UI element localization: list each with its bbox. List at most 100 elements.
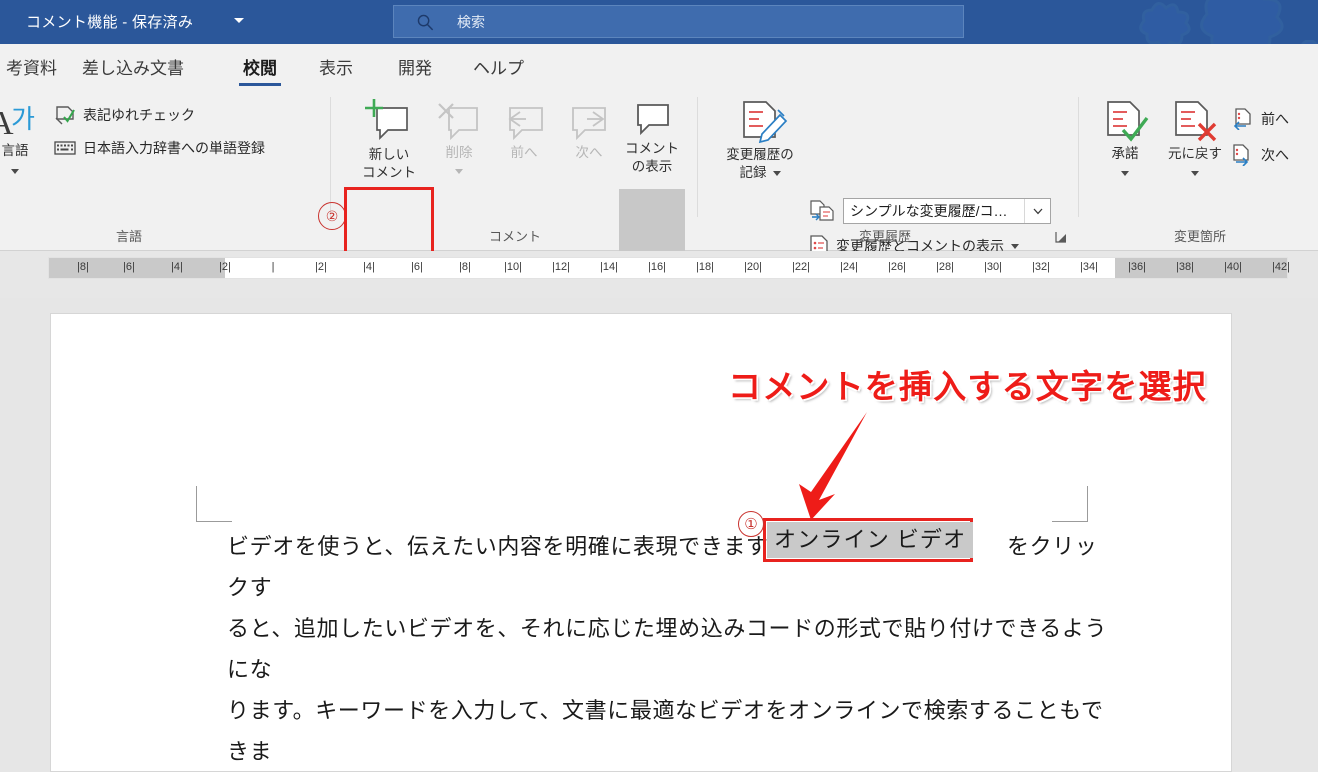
markup-display-chevron-down-icon[interactable] (1024, 199, 1050, 223)
search-box[interactable]: 検索 (393, 5, 964, 38)
track-changes-chevron-down-icon[interactable] (772, 170, 781, 176)
title-dropdown-caret-icon[interactable] (234, 18, 244, 23)
group-separator-2 (697, 97, 698, 217)
next-comment-label: 次へ (575, 145, 603, 160)
margin-mark-top-left (196, 486, 232, 522)
document-body-text[interactable]: ビデオを使うと、伝えたい内容を明確に表現できます。 をクリックす ると、追加した… (227, 526, 1117, 772)
ruler-tick: |38| (1176, 261, 1194, 273)
ruler-tick: |10| (504, 261, 522, 273)
ime-dictionary-label: 日本語入力辞書への単語登録 (83, 140, 265, 156)
selected-text-run[interactable]: オンライン ビデオ (767, 522, 974, 558)
ruler-tick: |40| (1224, 261, 1242, 273)
tab-developer[interactable]: 開発 (388, 44, 442, 89)
ruler-tick: |20| (744, 261, 762, 273)
svg-text:가: 가 (11, 104, 35, 134)
spelling-variation-label: 表記ゆれチェック (83, 107, 195, 123)
ruler-tick: |6| (411, 261, 423, 273)
reject-change-icon (1175, 101, 1217, 142)
next-change-icon (1233, 144, 1249, 166)
delete-comment-icon (438, 103, 478, 141)
margin-mark-top-right (1052, 486, 1088, 522)
track-changes-label-2: 記録 (739, 165, 767, 180)
document-title: コメント機能 - 保存済み (26, 14, 194, 31)
reject-button[interactable]: 元に戻す (1158, 99, 1232, 176)
ribbon-tab-strip: 考資料 差し込み文書 校閲 表示 開発 ヘルプ (0, 44, 1318, 89)
ruler-tick: | (271, 261, 275, 273)
previous-comment-label: 前へ (510, 145, 538, 160)
body-line-1: ビデオを使うと、伝えたい内容を明確に表現できます。 をクリックす (227, 526, 1117, 608)
language-button[interactable]: A 가 言語 (0, 100, 52, 174)
accept-change-icon (1107, 101, 1149, 142)
title-bar: コメント機能 - 保存済み 検索 (0, 0, 1318, 44)
show-comments-label-1: コメント (625, 141, 679, 156)
previous-change-item[interactable]: 前へ (1232, 108, 1289, 130)
ruler-tick: |18| (696, 261, 714, 273)
group-separator-3 (1078, 97, 1079, 217)
delete-chevron-down-icon[interactable] (455, 169, 463, 174)
track-changes-button[interactable]: 変更履歴の 記録 (714, 98, 806, 182)
show-comments-icon (637, 104, 669, 136)
new-comment-button[interactable]: 新しい コメント (352, 98, 426, 182)
ruler-tick: |2| (315, 261, 327, 273)
tab-view[interactable]: 表示 (309, 44, 363, 89)
accept-button[interactable]: 承諾 (1088, 99, 1162, 176)
ruler-tick: |30| (984, 261, 1002, 273)
markup-display-dropdown[interactable]: シンプルな変更履歴/コ… (843, 198, 1051, 224)
tracking-dialog-launcher-icon[interactable] (1055, 231, 1068, 244)
ruler-tick: |22| (792, 261, 810, 273)
word-application-window: コメント機能 - 保存済み 検索 考資料 差し込み文書 校閲 表示 開発 ヘルプ… (0, 0, 1318, 772)
ruler-tick: |42| (1272, 261, 1290, 273)
ribbon: A 가 言語 表記ゆれチェック 日本語入力辞書への単語登録 言語 ② 新しい コ… (0, 89, 1318, 331)
ruler-tick: |24| (840, 261, 858, 273)
next-change-label: 次へ (1261, 147, 1289, 163)
horizontal-ruler[interactable]: |8| |6| |4| |2| | |2| |4| |6| |8| |10| |12| |14| |16… (48, 257, 1290, 279)
tab-review[interactable]: 校閲 (233, 44, 287, 89)
markup-display-value: シンプルな変更履歴/コ… (850, 203, 1008, 219)
previous-change-icon (1233, 108, 1251, 130)
tab-mailings[interactable]: 差し込み文書 (72, 44, 194, 89)
ruler-tick: |6| (123, 261, 135, 273)
ruler-tick: |32| (1032, 261, 1050, 273)
show-comments-label-2: の表示 (631, 159, 673, 174)
track-changes-label-1: 変更履歴の (726, 147, 794, 162)
ruler-tick: |16| (648, 261, 666, 273)
accept-chevron-down-icon[interactable] (1121, 171, 1129, 176)
show-comments-button[interactable]: コメント の表示 (615, 100, 689, 176)
ruler-tick: |36| (1128, 261, 1146, 273)
tab-references[interactable]: 考資料 (0, 44, 67, 89)
decorative-star-large-icon (1200, 0, 1284, 44)
language-chevron-down-icon[interactable] (11, 169, 19, 174)
annotation-arrow-icon (799, 412, 867, 520)
ruler-tick: |34| (1080, 261, 1098, 273)
accept-label: 承諾 (1111, 146, 1139, 161)
language-icon: A 가 (0, 104, 35, 142)
previous-change-label: 前へ (1261, 111, 1289, 127)
ruler-tick: |8| (459, 261, 471, 273)
annotation-callout-text: コメントを挿入する文字を選択 (728, 368, 1207, 405)
new-comment-label-1: 新しい (368, 147, 410, 162)
delete-comment-label: 削除 (445, 145, 473, 160)
new-comment-icon (365, 99, 408, 141)
body-line-3: ります。キーワードを入力して、文書に最適なビデオをオンラインで検索することもでき… (227, 698, 1104, 764)
next-change-item[interactable]: 次へ (1232, 144, 1289, 166)
delete-comment-button[interactable]: 削除 (422, 100, 496, 174)
ruler-tick: |12| (552, 261, 570, 273)
reject-chevron-down-icon[interactable] (1191, 171, 1199, 176)
ruler-tick: |4| (363, 261, 375, 273)
group-label-tracking: 変更履歴 (858, 229, 911, 244)
body-line-2: ると、追加したいビデオを、それに応じた埋め込みコードの形式で貼り付けできるように… (227, 616, 1108, 682)
group-label-language: 言語 (115, 229, 142, 244)
keyboard-icon (54, 141, 76, 155)
language-button-label: 言語 (1, 143, 29, 158)
ruler-tick: |8| (77, 261, 89, 273)
document-canvas: ビデオを使うと、伝えたい内容を明確に表現できます。 をクリックす ると、追加した… (0, 298, 1318, 772)
new-comment-label-2: コメント (362, 165, 416, 180)
tab-help[interactable]: ヘルプ (463, 44, 534, 89)
group-separator-1 (330, 97, 331, 217)
ime-dictionary-item[interactable]: 日本語入力辞書への単語登録 (54, 139, 265, 157)
track-changes-icon (743, 101, 788, 144)
spell-check-icon (55, 106, 75, 125)
ruler-area: |8| |6| |4| |2| | |2| |4| |6| |8| |10| |12| |14| |16… (0, 251, 1318, 546)
spelling-variation-check-item[interactable]: 表記ゆれチェック (54, 105, 195, 125)
previous-comment-button[interactable]: 前へ (487, 100, 561, 162)
